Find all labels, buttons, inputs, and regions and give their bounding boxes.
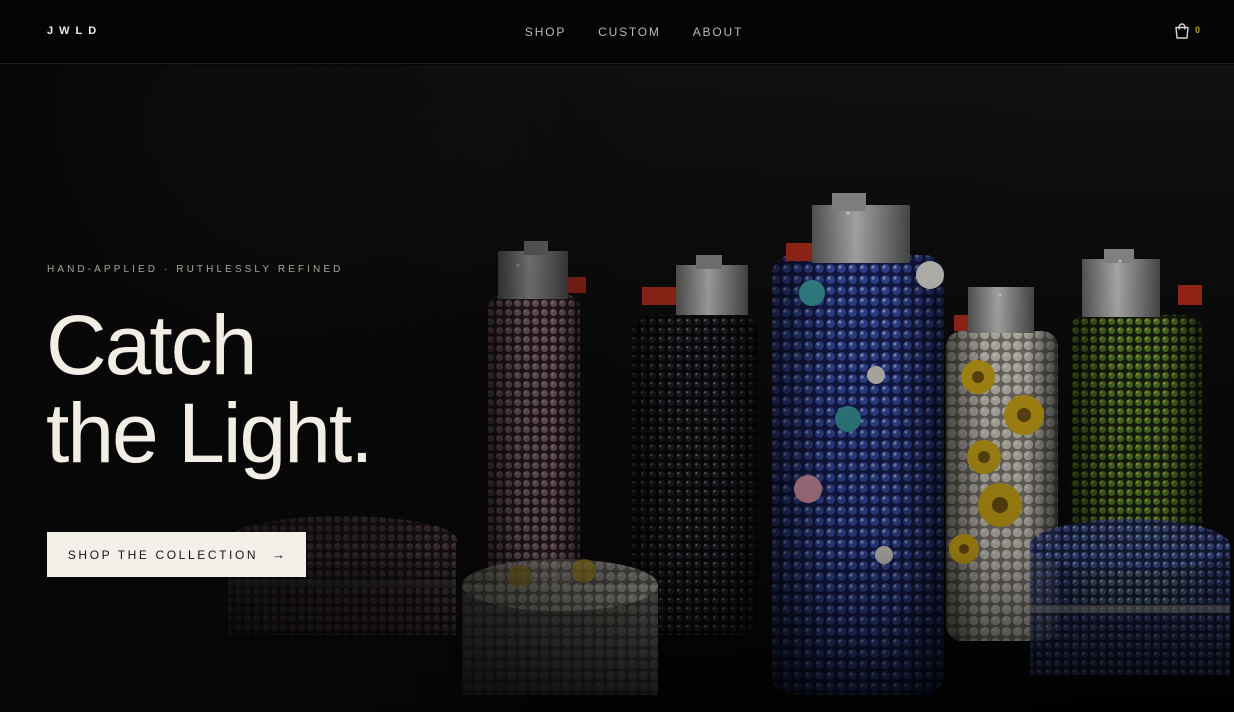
- nav-custom-link[interactable]: CUSTOM: [598, 25, 661, 39]
- arrow-right-icon: →: [272, 547, 286, 562]
- hero-section: HAND-APPLIED · RUTHLESSLY REFINED Catch …: [0, 65, 1234, 712]
- hero-headline-line-2: the Light.: [46, 386, 374, 480]
- hero-headline: Catch the Light.: [46, 298, 374, 480]
- cta-label: SHOP THE COLLECTION: [67, 547, 259, 562]
- nav-shop-link[interactable]: SHOP: [525, 25, 566, 39]
- cart-button[interactable]: 0: [1173, 22, 1200, 40]
- nav-about-link[interactable]: ABOUT: [693, 25, 743, 39]
- main-nav: SHOP CUSTOM ABOUT: [0, 25, 1234, 39]
- cart-count-badge: 0: [1195, 25, 1201, 35]
- hero-eyebrow: HAND-APPLIED · RUTHLESSLY REFINED: [47, 264, 344, 275]
- shop-the-collection-button[interactable]: SHOP THE COLLECTION →: [47, 532, 306, 577]
- top-navigation-bar: JWLD SHOP CUSTOM ABOUT 0: [0, 0, 1234, 64]
- hero-headline-line-1: Catch: [46, 298, 257, 392]
- page: JWLD SHOP CUSTOM ABOUT 0 HAND-APPLIED · …: [0, 0, 1234, 712]
- shopping-bag-icon: [1173, 22, 1191, 40]
